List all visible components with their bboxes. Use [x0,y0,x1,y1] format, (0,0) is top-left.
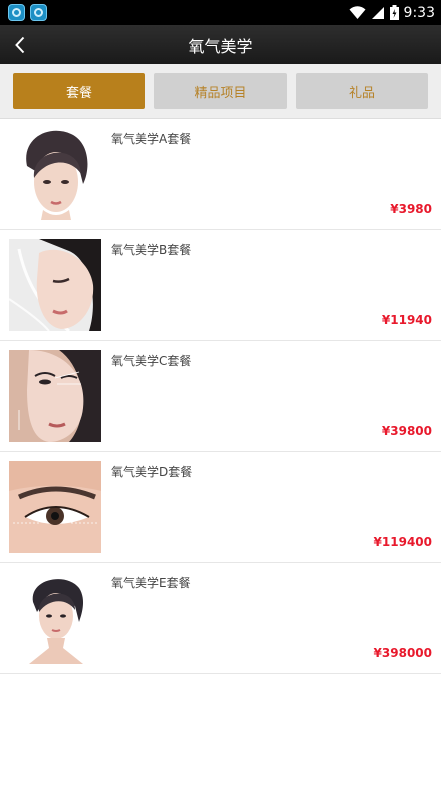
app-notification-icon [8,4,25,21]
status-indicators: 9:33 [349,5,441,21]
tab-gifts[interactable]: 礼品 [296,73,428,109]
app-notification-icon [30,4,47,21]
package-name: 氧气美学E套餐 [111,576,191,590]
tab-strip: 套餐 精品项目 礼品 [0,64,441,119]
package-item-a[interactable]: 氧气美学A套餐 ¥3980 [0,119,441,230]
tab-featured-items[interactable]: 精品项目 [154,73,287,109]
package-price: ¥11940 [381,313,432,327]
status-bar: 9:33 [0,0,441,25]
package-price: ¥3980 [390,202,432,216]
package-name: 氧气美学D套餐 [111,465,193,479]
back-button[interactable] [6,31,34,59]
battery-icon [389,5,399,20]
package-price: ¥398000 [373,646,432,660]
package-name: 氧气美学B套餐 [111,243,192,257]
package-thumbnail [9,572,101,664]
title-bar: 氧气美学 [0,25,441,64]
package-thumbnail [9,350,101,442]
package-name: 氧气美学C套餐 [111,354,192,368]
package-item-b[interactable]: 氧气美学B套餐 ¥11940 [0,230,441,341]
package-item-d[interactable]: 氧气美学D套餐 ¥119400 [0,452,441,563]
package-price: ¥119400 [373,535,432,549]
package-item-e[interactable]: 氧气美学E套餐 ¥398000 [0,563,441,674]
package-name: 氧气美学A套餐 [111,132,192,146]
package-thumbnail [9,128,101,220]
package-price: ¥39800 [381,424,432,438]
signal-icon [371,6,384,19]
status-clock: 9:33 [403,4,435,21]
page-title: 氧气美学 [188,36,253,56]
package-list: 氧气美学A套餐 ¥3980 氧气美学B套餐 ¥11940 氧气美学C套餐 ¥39… [0,119,441,674]
package-item-c[interactable]: 氧气美学C套餐 ¥39800 [0,341,441,452]
package-thumbnail [9,239,101,331]
tab-package[interactable]: 套餐 [13,73,145,109]
wifi-icon [349,5,366,19]
chevron-left-icon [15,36,25,54]
package-thumbnail [9,461,101,553]
